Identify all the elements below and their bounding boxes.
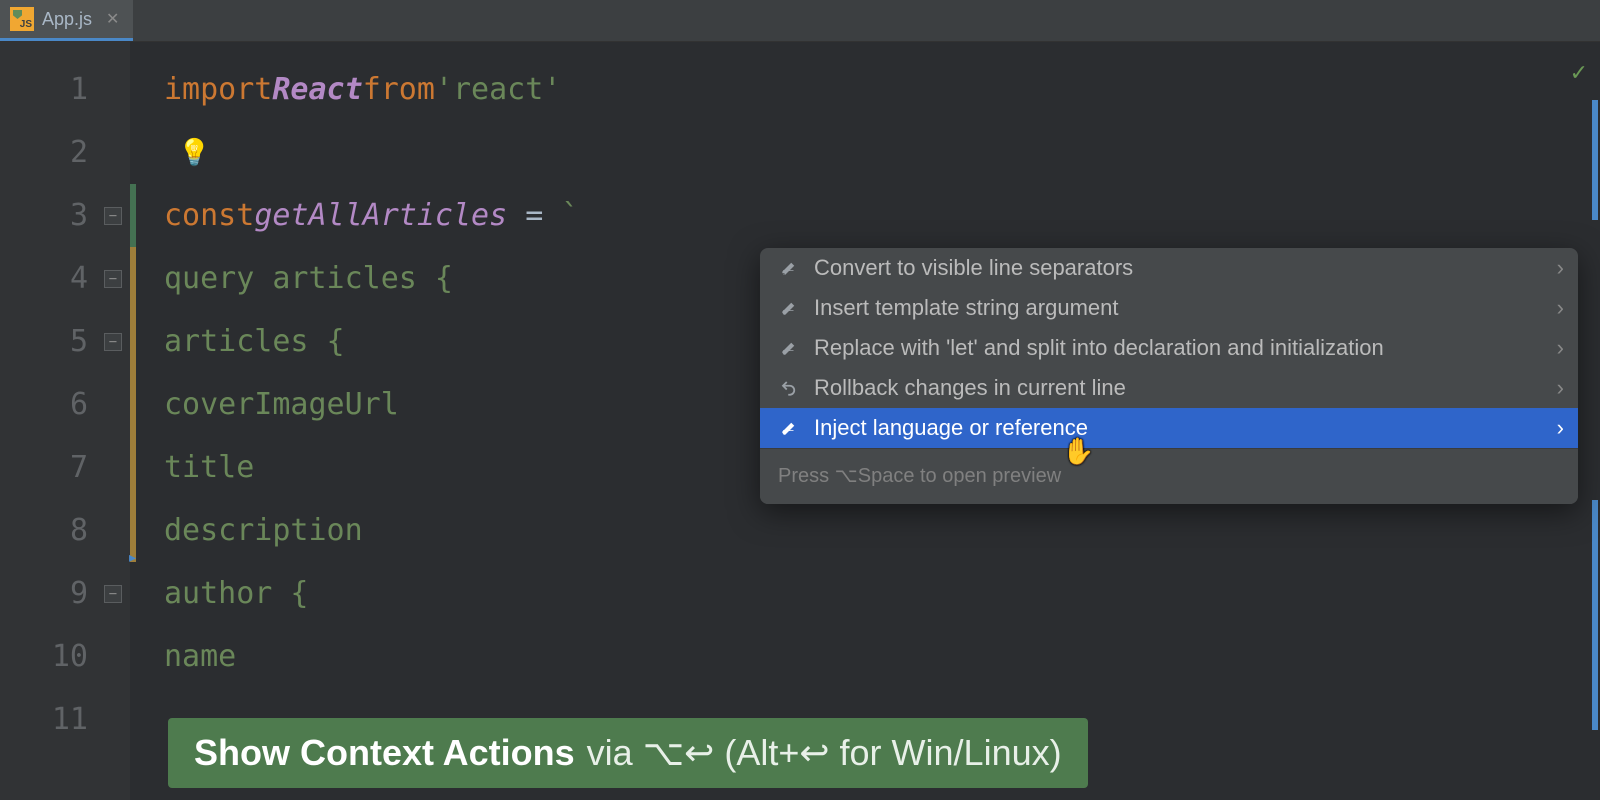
code-line: import React from 'react' [164, 58, 1600, 121]
analysis-ok-icon: ✓ [1570, 60, 1588, 86]
tip-banner-title: Show Context Actions [194, 732, 575, 774]
code-line: author { [164, 562, 1600, 625]
intention-action-label: Convert to visible line separators [814, 255, 1133, 281]
scrollbar-marker [1592, 500, 1598, 730]
undo-icon [778, 379, 800, 397]
intention-action-item[interactable]: Convert to visible line separators › [760, 248, 1578, 288]
fold-collapse-icon[interactable]: − [104, 207, 122, 225]
intention-action-item[interactable]: Replace with 'let' and split into declar… [760, 328, 1578, 368]
gutter: 1 2 3 − 4 − 5 − 6 7 8 ▸ [0, 42, 130, 800]
chevron-right-icon: › [1557, 295, 1564, 321]
popup-hint: Press ⌥Space to open preview [760, 448, 1578, 504]
line-number: 5 − [0, 310, 130, 373]
chevron-right-icon: › [1557, 335, 1564, 361]
pencil-icon [778, 419, 800, 437]
js-file-icon: JS [10, 7, 34, 31]
code-line: name [164, 625, 1600, 688]
chevron-right-icon: › [1557, 375, 1564, 401]
code-line: const getAllArticles = ` [164, 184, 1600, 247]
intention-action-item[interactable]: Insert template string argument › [760, 288, 1578, 328]
tab-filename-label: App.js [42, 9, 92, 30]
line-number: 6 [0, 373, 130, 436]
code-line: description [164, 499, 1600, 562]
line-number: 10 [0, 625, 130, 688]
line-number: 1 [0, 58, 130, 121]
line-number: 8 ▸ [0, 499, 130, 562]
line-number: 7 [0, 436, 130, 499]
pencil-icon [778, 299, 800, 317]
intention-action-item-selected[interactable]: Inject language or reference › [760, 408, 1578, 448]
close-icon[interactable]: ✕ [106, 9, 119, 29]
intention-action-label: Inject language or reference [814, 415, 1088, 441]
scrollbar-marker [1592, 100, 1598, 220]
fold-collapse-icon[interactable]: − [104, 333, 122, 351]
intention-action-label: Replace with 'let' and split into declar… [814, 335, 1384, 361]
intention-action-label: Rollback changes in current line [814, 375, 1126, 401]
tip-banner-text: via ⌥↩ (Alt+↩ for Win/Linux) [587, 732, 1062, 774]
pencil-icon [778, 339, 800, 357]
fold-collapse-icon[interactable]: − [104, 270, 122, 288]
code-line: 💡 [164, 121, 1600, 184]
cursor-pointer-icon: ✋ [1062, 436, 1094, 467]
tab-bar: JS App.js ✕ [0, 0, 1600, 42]
intention-action-label: Insert template string argument [814, 295, 1118, 321]
line-number: 4 − [0, 247, 130, 310]
pencil-icon [778, 259, 800, 277]
chevron-right-icon: › [1557, 255, 1564, 281]
tip-banner: Show Context Actions via ⌥↩ (Alt+↩ for W… [168, 718, 1088, 788]
intention-action-item[interactable]: Rollback changes in current line › [760, 368, 1578, 408]
editor-tab-appjs[interactable]: JS App.js ✕ [0, 0, 133, 41]
line-number: 9 − [0, 562, 130, 625]
intention-actions-popup: Convert to visible line separators › Ins… [760, 248, 1578, 504]
line-number: 11 [0, 688, 130, 751]
chevron-right-icon: › [1557, 415, 1564, 441]
fold-collapse-icon[interactable]: − [104, 585, 122, 603]
line-number: 3 − [0, 184, 130, 247]
intention-bulb-icon[interactable]: 💡 [178, 138, 210, 168]
line-number: 2 [0, 121, 130, 184]
